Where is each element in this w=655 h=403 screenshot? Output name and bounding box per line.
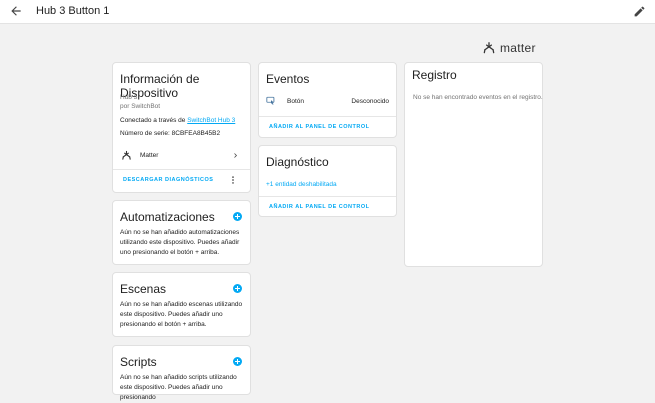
events-card: Eventos Botón Desconocido AÑADIR AL PANE…: [258, 62, 397, 138]
scenes-empty-text: Aún no se han añadido escenas utilizando…: [120, 301, 243, 328]
device-info-card: Información de Dispositivo Hub 3 por Swi…: [112, 62, 251, 193]
disabled-entities-link[interactable]: +1 entidad deshabilitada: [266, 181, 337, 188]
automations-card: Automatizaciones Aún no se han añadido a…: [112, 200, 251, 265]
diagnostics-card: Diagnóstico +1 entidad deshabilitada AÑA…: [258, 145, 397, 217]
card-divider: [259, 116, 396, 117]
scripts-title: Scripts: [120, 355, 157, 369]
scenes-card: Escenas Aún no se han añadido escenas ut…: [112, 272, 251, 337]
page-title: Hub 3 Button 1: [36, 5, 110, 17]
scenes-title: Escenas: [120, 282, 167, 296]
connected-hub-link[interactable]: SwitchBot Hub 3: [187, 117, 235, 124]
serial-number: Número de serie: 8CBFEA8B45B2: [120, 130, 221, 137]
event-entity-row[interactable]: Botón Desconocido: [259, 94, 396, 109]
automations-empty-text: Aún no se han añadido automatizaciones u…: [120, 229, 240, 256]
pencil-icon[interactable]: [633, 5, 646, 18]
chevron-right-icon: [234, 153, 237, 158]
diagnostics-add-to-dashboard-button[interactable]: AÑADIR AL PANEL DE CONTROL: [269, 204, 370, 210]
logbook-title: Registro: [412, 68, 457, 82]
top-app-bar: Hub 3 Button 1: [0, 0, 655, 24]
device-model: Hub 3: [120, 94, 138, 101]
automations-title: Automatizaciones: [120, 210, 215, 224]
gesture-tap-button-icon: [266, 96, 275, 105]
card-divider: [259, 196, 396, 197]
device-info-title: Información de Dispositivo: [120, 72, 200, 100]
diagnostics-title: Diagnóstico: [266, 155, 329, 169]
connected-via-label: Conectado a través de: [120, 117, 186, 124]
matter-logo-text: matter: [500, 41, 536, 55]
events-add-to-dashboard-button[interactable]: AÑADIR AL PANEL DE CONTROL: [269, 124, 370, 130]
matter-logo: matter: [482, 40, 536, 56]
logbook-empty-text: No se han encontrado eventos en el regis…: [413, 94, 543, 101]
event-entity-state: Desconocido: [351, 98, 389, 105]
card-divider: [113, 169, 250, 170]
add-scene-button[interactable]: [233, 284, 242, 293]
integration-row[interactable]: Matter: [113, 147, 250, 164]
scripts-card: Scripts Aún no se han añadido scripts ut…: [112, 345, 251, 401]
event-entity-name: Botón: [287, 98, 304, 105]
logbook-card: Registro No se han encontrado eventos en…: [404, 62, 543, 267]
connected-via: Conectado a través de SwitchBot Hub 3: [120, 117, 235, 124]
matter-logo-icon: [483, 42, 495, 54]
add-automation-button[interactable]: [233, 212, 242, 221]
integration-name: Matter: [140, 152, 159, 159]
add-script-button[interactable]: [233, 357, 242, 366]
scripts-empty-text: Aún no se han añadido scripts utilizando…: [120, 374, 237, 401]
device-manufacturer: por SwitchBot: [120, 103, 161, 110]
arrow-left-icon[interactable]: [9, 4, 23, 18]
matter-logo-icon: [122, 150, 131, 160]
download-diagnostics-button[interactable]: DESCARGAR DIAGNÓSTICOS: [123, 177, 213, 183]
dots-vertical-icon[interactable]: [228, 175, 238, 185]
events-title: Eventos: [266, 72, 310, 86]
